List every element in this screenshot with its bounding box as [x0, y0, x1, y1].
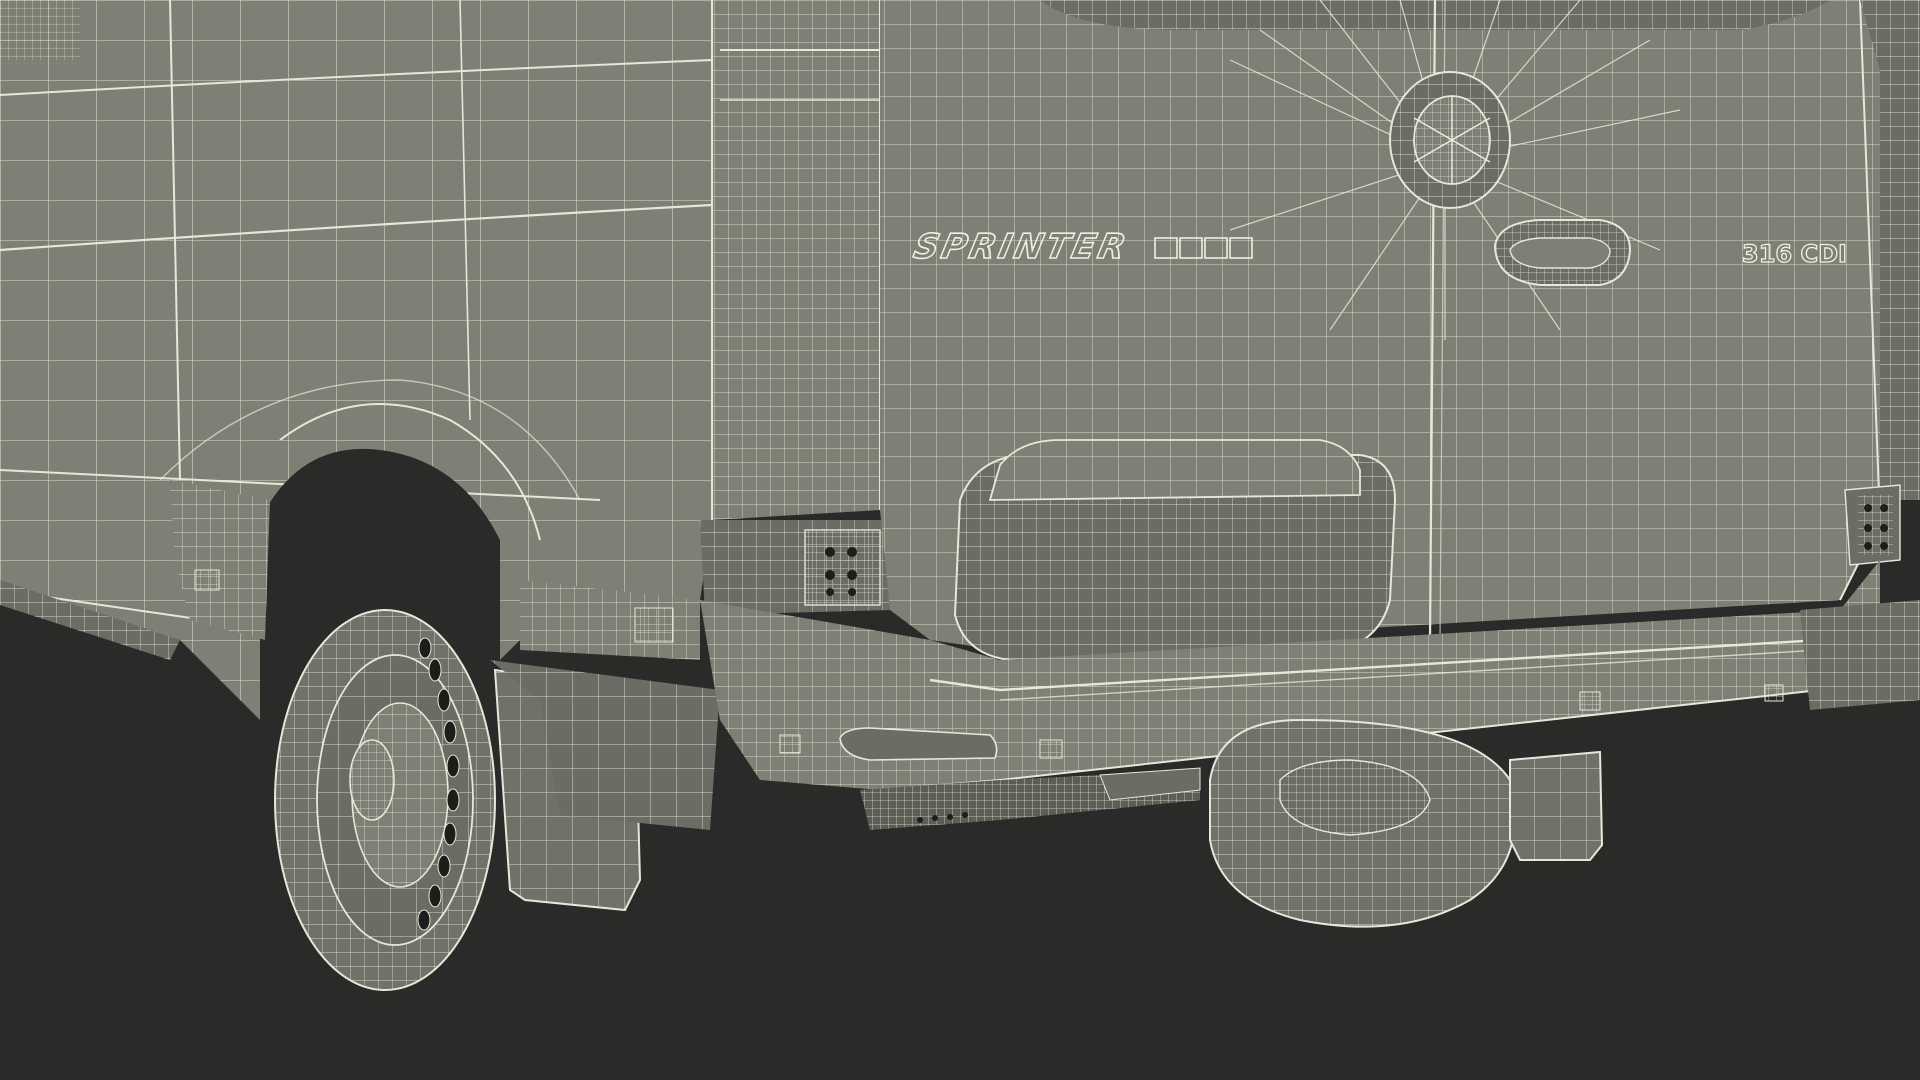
mud-flap-right	[1509, 750, 1604, 861]
tail-light-right	[1844, 484, 1901, 566]
wireframe-van-render: SPRINTER 316 CDI	[0, 0, 1920, 991]
license-plate-recess	[953, 439, 1397, 662]
render-viewport: SPRINTER 316 CDI	[0, 0, 1920, 1080]
emblem	[1389, 71, 1511, 209]
tail-light-column	[700, 0, 890, 615]
rear-wheel-left	[274, 609, 496, 991]
rear-door-handle	[1493, 219, 1632, 286]
variant-badge: 316 CDI	[1742, 240, 1847, 268]
rear-wheel-right	[1209, 718, 1516, 928]
model-badge-text: SPRINTER	[910, 227, 1132, 267]
